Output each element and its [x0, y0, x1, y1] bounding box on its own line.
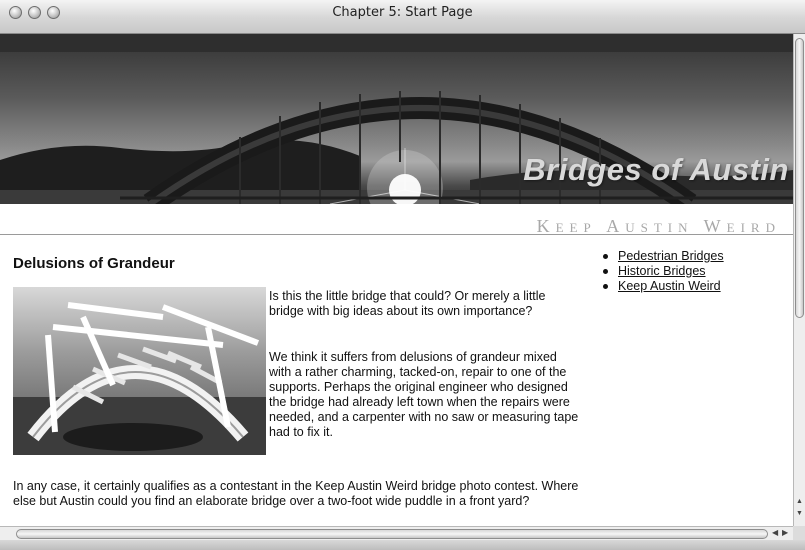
scroll-down-arrow-icon[interactable]: ▼ — [796, 510, 803, 517]
site-title: Bridges of Austin — [523, 152, 789, 187]
pedestrian-bridges-link[interactable]: Pedestrian Bridges — [618, 249, 724, 263]
banner-image: Bridges of Austin — [0, 52, 793, 204]
horizontal-scroll-thumb[interactable] — [16, 529, 768, 539]
keep-austin-weird-link[interactable]: Keep Austin Weird — [618, 279, 721, 293]
bridge-photo — [13, 287, 266, 455]
window-title: Chapter 5: Start Page — [332, 5, 473, 20]
list-item: Historic Bridges — [600, 264, 724, 279]
scroll-right-arrow-icon[interactable]: ▶ — [782, 528, 788, 537]
list-item: Keep Austin Weird — [600, 279, 724, 294]
small-bridge-image — [13, 302, 266, 455]
header-divider — [0, 234, 793, 235]
vertical-scroll-thumb[interactable] — [795, 38, 804, 318]
scroll-left-arrow-icon[interactable]: ◀ — [772, 528, 778, 537]
resize-corner[interactable] — [793, 526, 805, 540]
article-heading: Delusions of Grandeur — [13, 255, 175, 272]
list-item: Pedestrian Bridges — [600, 249, 724, 264]
article-paragraph: In any case, it certainly qualifies as a… — [13, 479, 579, 508]
page-viewport: Bridges of Austin Keep Austin Weird Delu… — [0, 34, 793, 526]
vertical-scrollbar[interactable]: ▲ ▼ — [793, 34, 805, 526]
banner-top-strip — [0, 34, 793, 52]
bridge-links-list: Pedestrian Bridges Historic Bridges Keep… — [600, 249, 724, 294]
window-titlebar[interactable]: Chapter 5: Start Page — [0, 0, 805, 34]
window-bottom-edge — [0, 540, 805, 550]
article-paragraph: Is this the little bridge that could? Or… — [269, 289, 546, 318]
historic-bridges-link[interactable]: Historic Bridges — [618, 264, 706, 278]
scroll-up-arrow-icon[interactable]: ▲ — [796, 498, 803, 505]
horizontal-scrollbar[interactable]: ◀ ▶ — [0, 526, 793, 540]
article-paragraph: We think it suffers from delusions of gr… — [269, 350, 579, 439]
